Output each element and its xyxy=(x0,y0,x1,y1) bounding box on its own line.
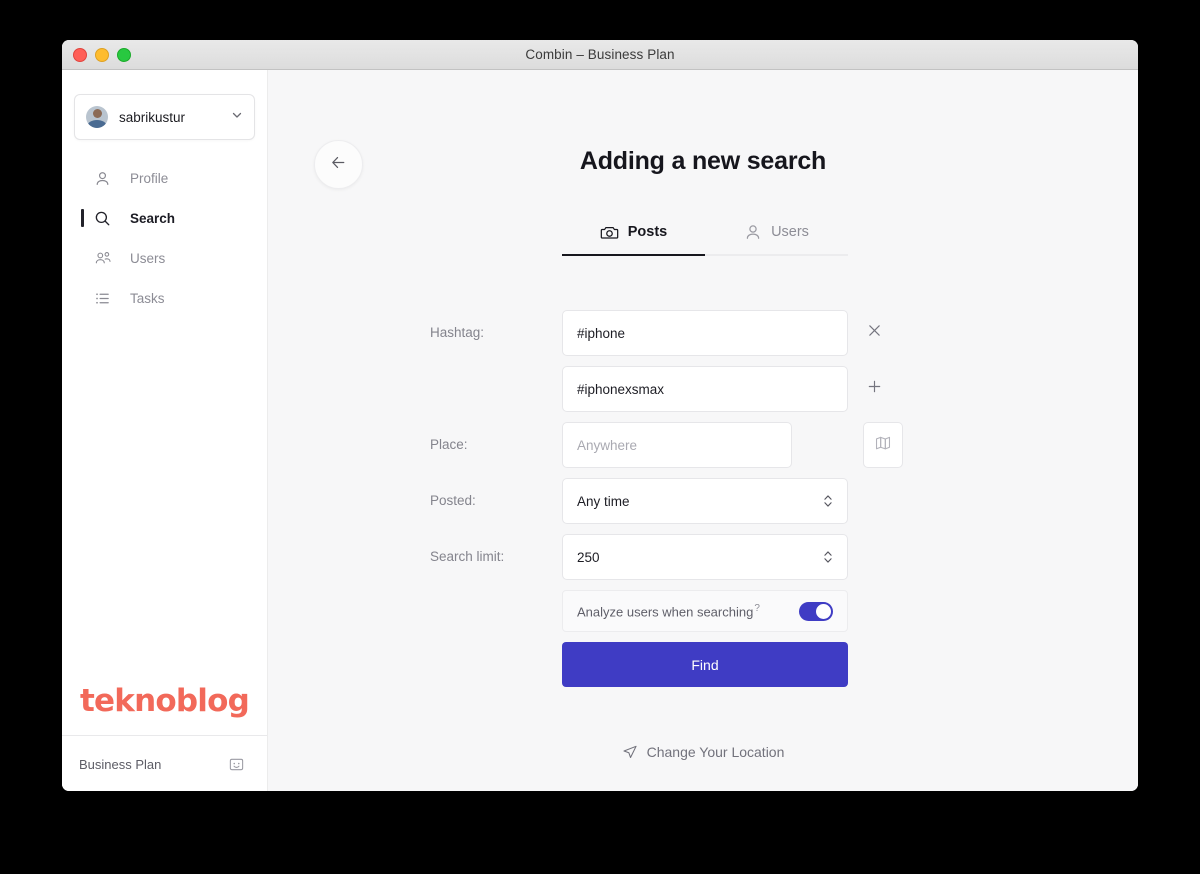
person-icon xyxy=(93,169,112,188)
chevron-down-icon xyxy=(231,108,243,126)
stepper-updown-icon xyxy=(822,493,834,509)
stepper-updown-icon xyxy=(822,549,834,565)
account-name: sabrikustur xyxy=(119,110,231,125)
search-type-tabs: Posts Users xyxy=(562,210,848,256)
window-body: sabrikustur Profile xyxy=(62,70,1138,791)
plan-row[interactable]: Business Plan xyxy=(62,736,267,791)
hashtag-label: Hashtag: xyxy=(430,310,484,356)
window-controls xyxy=(73,40,131,69)
sidebar-item-users[interactable]: Users xyxy=(62,238,267,278)
magnifier-icon xyxy=(93,209,112,228)
window-title: Combin – Business Plan xyxy=(62,47,1138,62)
sidebar-item-profile[interactable]: Profile xyxy=(62,158,267,198)
screen: Combin – Business Plan sabrikustur xyxy=(0,0,1200,874)
close-icon xyxy=(867,323,882,343)
tab-label: Users xyxy=(771,224,809,240)
map-picker-button[interactable] xyxy=(863,422,903,468)
account-switcher[interactable]: sabrikustur xyxy=(74,94,255,140)
analyze-users-container: Analyze users when searching? xyxy=(562,590,848,632)
posted-value: Any time xyxy=(577,494,630,509)
search-form: Hashtag: #iphone #iphonexsmax xyxy=(268,310,1138,692)
place-label: Place: xyxy=(430,422,468,468)
search-limit-row: Search limit: 250 xyxy=(268,534,1138,590)
hashtag-row-2: #iphonexsmax xyxy=(268,366,1138,422)
tab-label: Posts xyxy=(628,224,668,240)
sidebar-item-label: Search xyxy=(130,211,175,226)
plan-label: Business Plan xyxy=(79,757,161,772)
search-limit-select[interactable]: 250 xyxy=(562,534,848,580)
app-window: Combin – Business Plan sabrikustur xyxy=(62,40,1138,791)
sidebar-nav: Profile Search Users xyxy=(62,158,267,318)
hashtag-input-1[interactable]: #iphone xyxy=(562,310,848,356)
send-location-icon xyxy=(622,744,638,760)
place-row: Place: Anywhere xyxy=(268,422,1138,478)
people-icon xyxy=(93,249,112,268)
brand-logo: teknoblog xyxy=(80,686,249,735)
search-limit-value: 250 xyxy=(577,550,600,565)
list-icon xyxy=(93,289,112,308)
zoom-window-button[interactable] xyxy=(117,48,131,62)
sidebar-item-label: Profile xyxy=(130,171,168,186)
place-input[interactable]: Anywhere xyxy=(562,422,792,468)
avatar xyxy=(86,106,108,128)
search-limit-label: Search limit: xyxy=(430,534,504,580)
remove-hashtag-button[interactable] xyxy=(860,310,888,356)
page-title: Adding a new search xyxy=(268,147,1138,176)
analyze-users-toggle[interactable] xyxy=(799,602,833,621)
hashtag-row-1: Hashtag: #iphone xyxy=(268,310,1138,366)
tab-posts[interactable]: Posts xyxy=(562,210,705,256)
brand-block: teknoblog xyxy=(62,686,267,735)
change-location-label: Change Your Location xyxy=(647,744,785,760)
posted-label: Posted: xyxy=(430,478,476,524)
sidebar-item-label: Tasks xyxy=(130,291,165,306)
map-icon xyxy=(874,434,892,457)
plus-icon xyxy=(867,379,882,399)
analyze-users-row: Analyze users when searching? xyxy=(268,590,1138,642)
posted-select[interactable]: Any time xyxy=(562,478,848,524)
sidebar-spacer xyxy=(62,318,267,686)
tab-users[interactable]: Users xyxy=(705,210,848,256)
help-icon[interactable]: ? xyxy=(754,603,760,614)
posted-row: Posted: Any time xyxy=(268,478,1138,534)
sidebar-item-label: Users xyxy=(130,251,165,266)
minimize-window-button[interactable] xyxy=(95,48,109,62)
toggle-knob xyxy=(816,604,831,619)
find-row: Find xyxy=(268,642,1138,692)
smiley-face-icon[interactable] xyxy=(228,756,245,773)
change-location-link[interactable]: Change Your Location xyxy=(268,744,1138,760)
sidebar: sabrikustur Profile xyxy=(62,70,268,791)
find-button[interactable]: Find xyxy=(562,642,848,687)
sidebar-item-tasks[interactable]: Tasks xyxy=(62,278,267,318)
hashtag-input-2[interactable]: #iphonexsmax xyxy=(562,366,848,412)
main-panel: Adding a new search Posts Users xyxy=(268,70,1138,791)
camera-icon xyxy=(600,223,619,242)
sidebar-item-search[interactable]: Search xyxy=(62,198,267,238)
person-icon xyxy=(744,223,762,241)
window-titlebar: Combin – Business Plan xyxy=(62,40,1138,70)
active-indicator xyxy=(81,209,84,227)
analyze-users-label: Analyze users when searching? xyxy=(577,603,760,619)
add-hashtag-button[interactable] xyxy=(860,366,888,412)
close-window-button[interactable] xyxy=(73,48,87,62)
